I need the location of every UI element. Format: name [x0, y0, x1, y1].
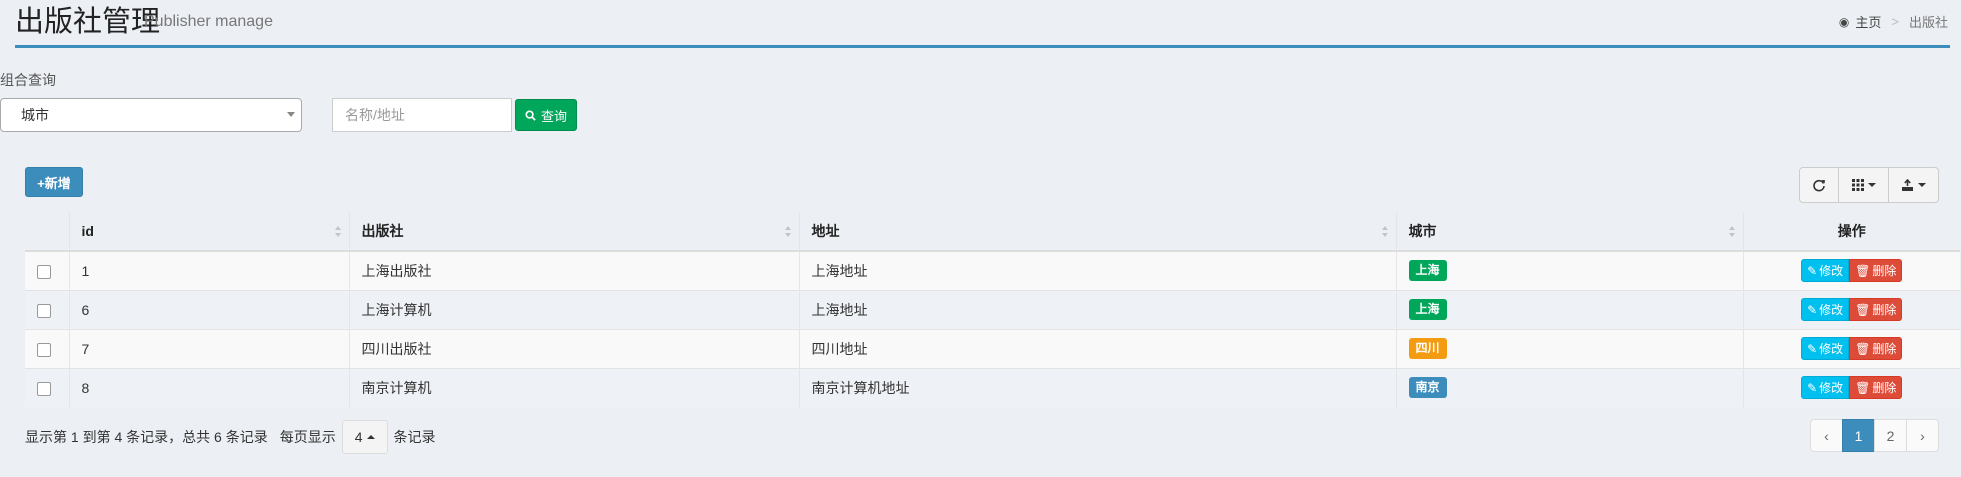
columns-button[interactable] [1838, 168, 1888, 202]
pagination-info: 显示第 1 到第 4 条记录，总共 6 条记录 每页显示 4 条记录 [25, 420, 436, 454]
column-header-id[interactable]: id [69, 212, 350, 252]
refresh-button[interactable] [1800, 168, 1838, 202]
cell-id: 7 [69, 328, 350, 368]
page-subtitle: Publisher manage [144, 13, 273, 30]
delete-button[interactable]: 🗑 删除 [1849, 376, 1903, 400]
delete-button[interactable]: 🗑 删除 [1849, 259, 1903, 283]
dashboard-icon: ◉ [1838, 14, 1850, 29]
per-page-prefix: 每页显示 [279, 429, 336, 445]
per-page-suffix: 条记录 [393, 429, 436, 445]
pencil-icon: ✎ [1807, 341, 1818, 356]
sort-icon [1381, 226, 1388, 238]
city-badge: 四川 [1408, 338, 1447, 359]
table-row: 7 四川出版社 四川地址 四川 ✎ 修改 🗑 删除 [25, 328, 1960, 368]
edit-button[interactable]: ✎ 修改 [1801, 337, 1850, 360]
cell-address: 上海地址 [799, 289, 1397, 329]
table-row: 1 上海出版社 上海地址 上海 ✎ 修改 🗑 删除 [25, 250, 1960, 290]
edit-button[interactable]: ✎ 修改 [1801, 259, 1850, 283]
page-size-dropdown[interactable]: 4 [341, 420, 388, 454]
breadcrumb: ◉ 主页 > 出版社 [1839, 12, 1948, 31]
table-header-row: id 出版社 地址 城市 操作 [25, 212, 1960, 252]
chevron-down-icon [1867, 183, 1876, 187]
row-checkbox[interactable] [37, 342, 51, 357]
cell-address: 南京计算机地址 [799, 367, 1397, 407]
export-icon [1902, 178, 1913, 191]
cell-publisher: 上海计算机 [349, 289, 800, 329]
prev-page-button[interactable]: ‹ [1810, 419, 1843, 452]
pencil-icon: ✎ [1807, 263, 1818, 278]
row-checkbox[interactable] [37, 303, 51, 318]
trash-icon: 🗑 [1855, 341, 1871, 356]
search-input[interactable] [332, 98, 512, 132]
refresh-icon [1813, 179, 1825, 192]
row-checkbox[interactable] [37, 381, 51, 396]
trash-icon: 🗑 [1855, 380, 1871, 395]
edit-button[interactable]: ✎ 修改 [1801, 298, 1850, 321]
column-header-city[interactable]: 城市 [1396, 212, 1744, 252]
breadcrumb-current: 出版社 [1908, 15, 1948, 30]
filter-label: 组合查询 [0, 72, 56, 88]
cell-address: 四川地址 [799, 328, 1397, 368]
sort-icon [1728, 226, 1735, 238]
chevron-down-icon [1918, 183, 1926, 187]
cell-publisher: 四川出版社 [349, 328, 800, 368]
edit-button[interactable]: ✎ 修改 [1801, 376, 1850, 400]
cell-publisher: 南京计算机 [349, 367, 800, 407]
trash-icon: 🗑 [1855, 302, 1871, 317]
export-button[interactable] [1888, 168, 1938, 202]
table-row: 8 南京计算机 南京计算机地址 南京 ✎ 修改 🗑 删除 [25, 367, 1960, 407]
next-page-button[interactable]: › [1906, 419, 1939, 452]
page-title: 出版社管理 [15, 6, 161, 38]
delete-button[interactable]: 🗑 删除 [1849, 298, 1903, 321]
cell-id: 1 [69, 250, 350, 290]
trash-icon: 🗑 [1855, 263, 1871, 278]
query-button-label: 查询 [540, 108, 567, 124]
grid-icon [1851, 179, 1864, 191]
pagination: ‹ 1 2 › [1810, 419, 1939, 452]
column-header-address[interactable]: 地址 [799, 212, 1397, 252]
header-divider [15, 45, 1950, 48]
city-badge: 上海 [1408, 260, 1447, 282]
cell-publisher: 上海出版社 [349, 250, 800, 290]
pencil-icon: ✎ [1807, 302, 1818, 317]
city-select[interactable]: 城市 [0, 98, 302, 132]
breadcrumb-home[interactable]: 主页 [1855, 12, 1881, 31]
city-badge: 上海 [1408, 299, 1447, 320]
dropdown-arrow-icon [287, 112, 295, 117]
chevron-up-icon [366, 435, 375, 439]
search-icon [525, 109, 536, 121]
sort-icon [334, 226, 341, 238]
select-all-header [25, 212, 70, 252]
table-toolbar [1799, 167, 1939, 203]
cell-address: 上海地址 [799, 250, 1397, 290]
publisher-table: id 出版社 地址 城市 操作 1 上海出版社 上海地址 上海 ✎ 修改 🗑 删除 … [25, 212, 1960, 407]
add-button[interactable]: +新增 [25, 167, 83, 197]
delete-button[interactable]: 🗑 删除 [1849, 337, 1903, 360]
row-checkbox[interactable] [37, 264, 51, 279]
page-size-value: 4 [354, 429, 363, 445]
city-select-value: 城市 [21, 107, 49, 123]
breadcrumb-separator: > [1891, 14, 1899, 29]
page-button-2[interactable]: 2 [1874, 419, 1907, 452]
pencil-icon: ✎ [1807, 380, 1818, 395]
column-header-publisher[interactable]: 出版社 [349, 212, 800, 252]
sort-icon [784, 226, 791, 238]
column-header-actions: 操作 [1743, 212, 1960, 252]
page-button-1[interactable]: 1 [1842, 419, 1875, 452]
record-summary: 显示第 1 到第 4 条记录，总共 6 条记录 [25, 429, 268, 445]
table-row: 6 上海计算机 上海地址 上海 ✎ 修改 🗑 删除 [25, 289, 1960, 329]
query-button[interactable]: 查询 [515, 99, 577, 131]
city-badge: 南京 [1408, 377, 1447, 399]
cell-id: 8 [69, 367, 350, 407]
cell-id: 6 [69, 289, 350, 329]
